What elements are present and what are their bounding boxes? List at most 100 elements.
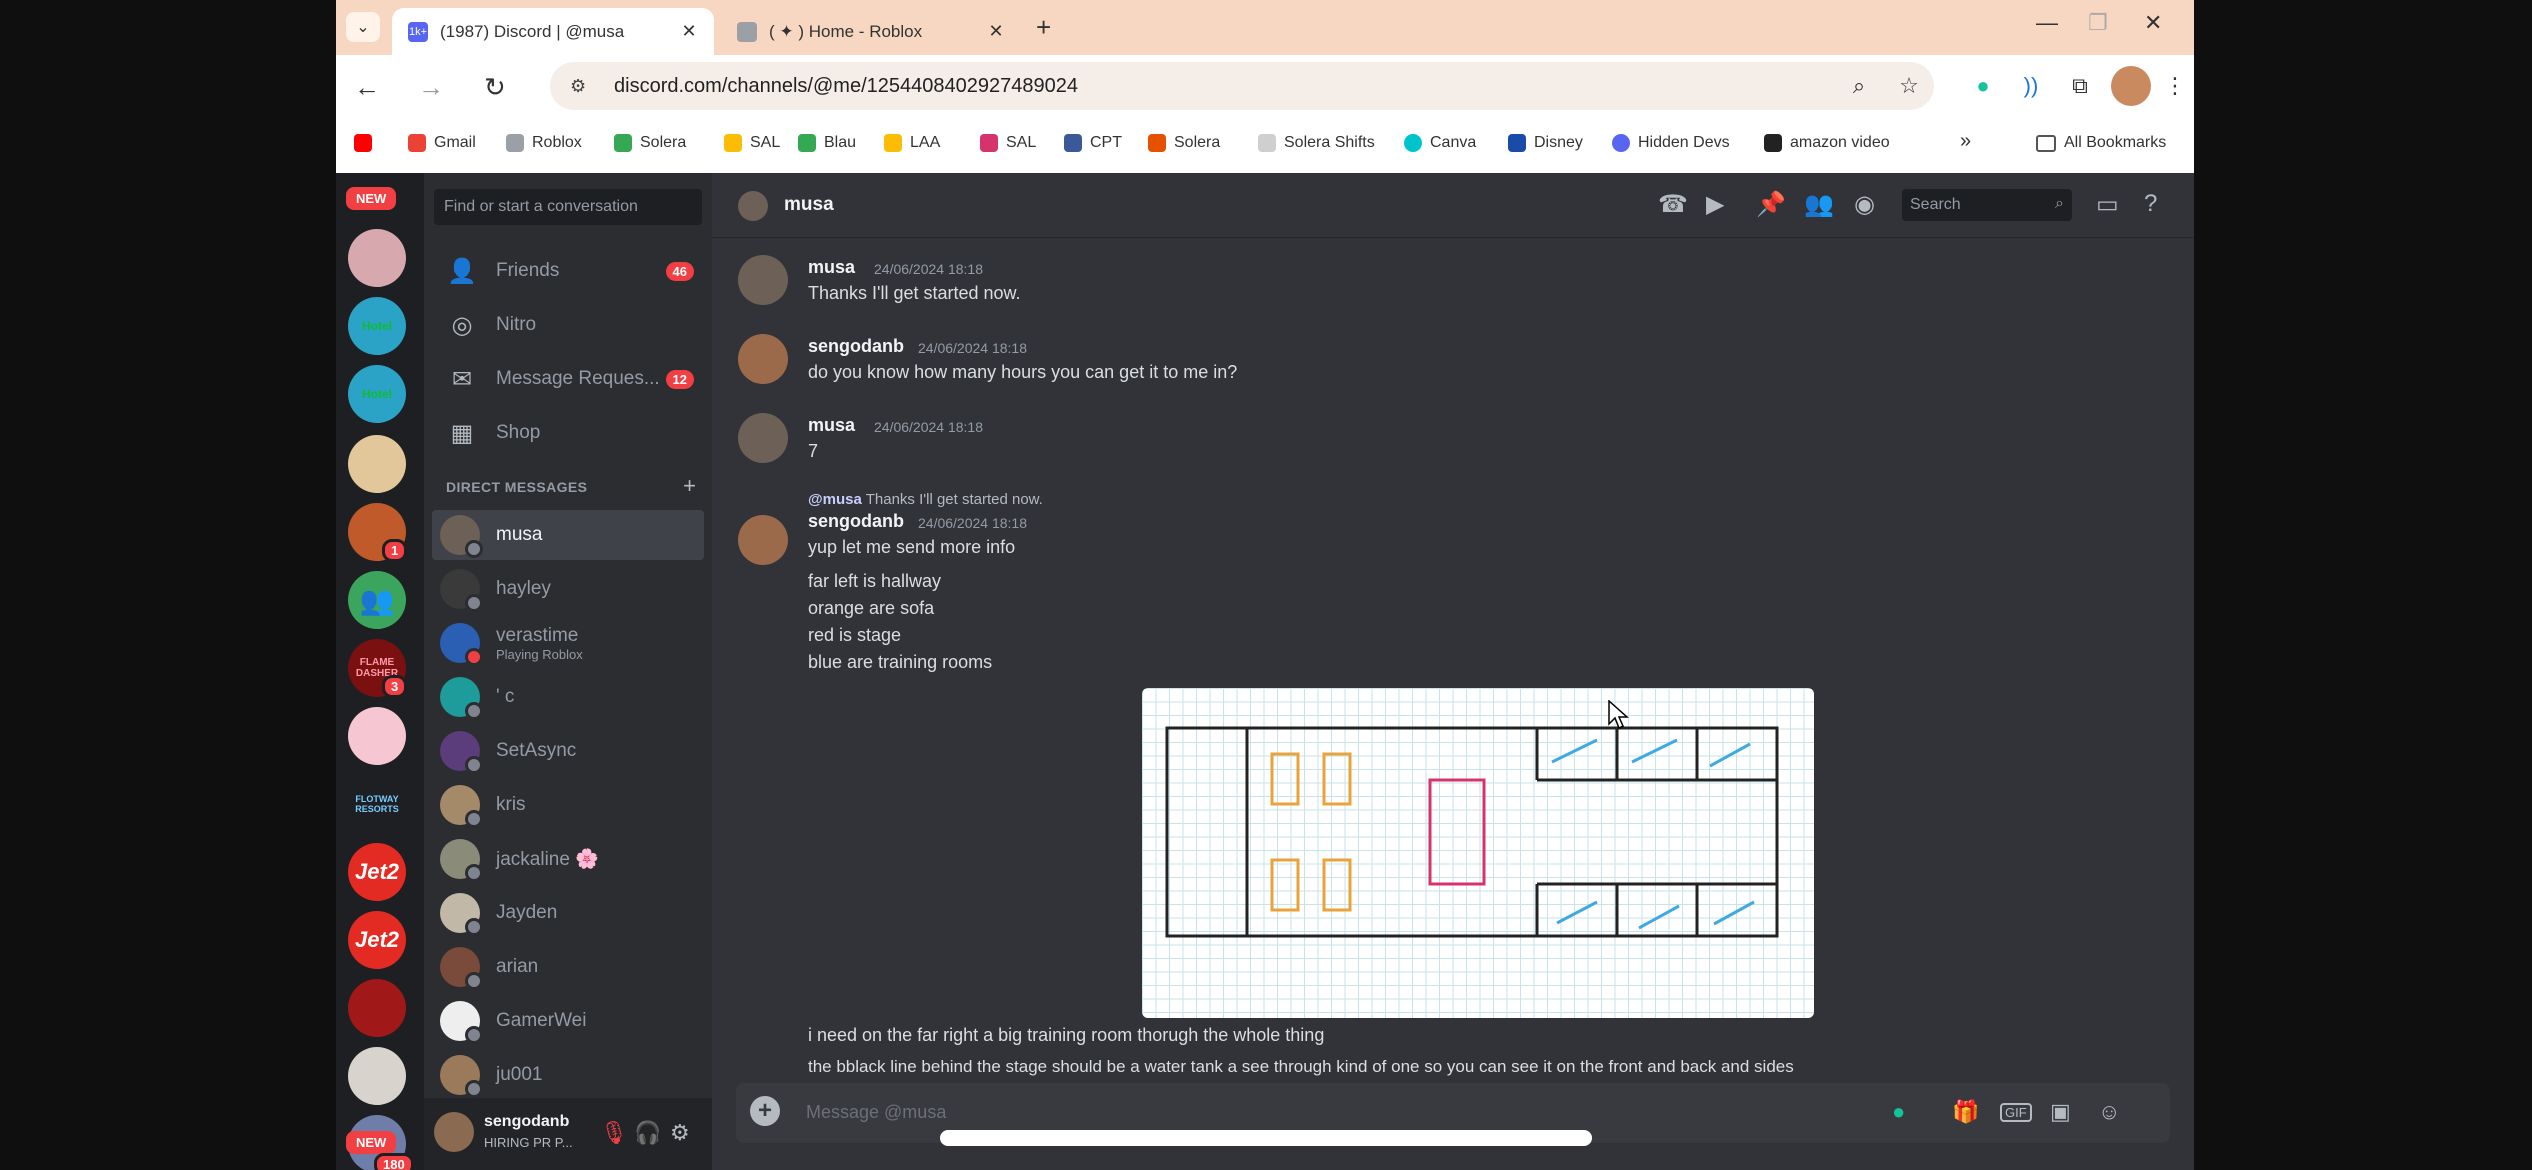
dm-item-c[interactable]: ' c	[432, 672, 704, 722]
forward-icon[interactable]: →	[418, 72, 444, 103]
tab-search-button[interactable]: ⌄	[346, 12, 380, 42]
bookmark-disney[interactable]: Disney	[1508, 134, 1583, 152]
settings-gear-icon[interactable]: ⚙	[670, 1120, 690, 1146]
dm-item-kris[interactable]: kris	[432, 780, 704, 830]
bookmark-laa[interactable]: LAA	[884, 134, 940, 152]
username[interactable]: sengodanb	[484, 1113, 569, 1131]
discord-favicon-icon: 1k+	[408, 21, 428, 42]
server-icon[interactable]	[348, 1047, 406, 1105]
reply-preview[interactable]: @musa Thanks I'll get started now.	[808, 491, 1043, 508]
message-avatar[interactable]	[738, 255, 788, 305]
sidebar-item-friends[interactable]: 👤 Friends 46	[432, 247, 704, 295]
find-conversation-input[interactable]: Find or start a conversation	[434, 189, 702, 225]
window-close-icon[interactable]: ✕	[2144, 10, 2162, 36]
dm-item-musa[interactable]: musa	[432, 510, 704, 560]
all-bookmarks-folder[interactable]: All Bookmarks	[2036, 134, 2166, 152]
profile-avatar[interactable]	[2111, 66, 2151, 106]
new-tab-icon[interactable]: +	[1036, 12, 1051, 43]
bookmark-amazon-video[interactable]: amazon video	[1764, 134, 1890, 152]
reload-icon[interactable]: ↻	[484, 72, 506, 103]
emoji-icon[interactable]: ☺	[2098, 1099, 2120, 1125]
tab-discord[interactable]: 1k+ (1987) Discord | @musa ✕	[392, 8, 714, 55]
message-avatar[interactable]	[738, 515, 788, 565]
bookmark-blau[interactable]: Blau	[798, 134, 856, 152]
bookmark-sal-2[interactable]: SAL	[980, 134, 1036, 152]
address-bar[interactable]: ⚙ discord.com/channels/@me/1254408402927…	[550, 62, 1934, 110]
dm-item-gamerwei[interactable]: GamerWei	[432, 996, 704, 1046]
image-attachment[interactable]	[1142, 688, 1814, 1018]
dm-item-ju001[interactable]: ju001	[432, 1050, 704, 1100]
youtube-bookmark[interactable]	[354, 134, 372, 152]
bookmark-roblox[interactable]: Roblox	[506, 134, 582, 152]
sidebar-item-nitro[interactable]: ◎ Nitro	[432, 301, 704, 349]
grammarly-extension-icon[interactable]: ●	[1966, 69, 2000, 103]
message-timestamp: 24/06/2024 18:18	[874, 261, 983, 277]
tab-roblox[interactable]: ( ✦ ) Home - Roblox ✕	[721, 8, 1021, 55]
bookmark-cpt[interactable]: CPT	[1064, 134, 1122, 152]
server-icon[interactable]	[348, 229, 406, 287]
dm-item-verastime[interactable]: verastime Playing Roblox	[432, 618, 704, 668]
extensions-icon[interactable]: ⧉	[2063, 69, 2097, 103]
server-jet2-icon[interactable]: Jet2	[348, 911, 406, 969]
message-author[interactable]: sengodanb	[808, 336, 904, 357]
mute-mic-icon[interactable]: 🎙	[600, 1120, 628, 1146]
pin-icon[interactable]: 📌	[1756, 190, 1786, 219]
bookmark-solera-shifts[interactable]: Solera Shifts	[1258, 134, 1375, 152]
menu-kebab-icon[interactable]: ⋮	[2158, 69, 2192, 103]
bookmark-canva[interactable]: Canva	[1404, 134, 1476, 152]
message-avatar[interactable]	[738, 413, 788, 463]
sidebar-item-message-requests[interactable]: ✉ Message Reques... 12	[432, 355, 704, 403]
add-friends-icon[interactable]: 👥	[1804, 190, 1834, 219]
user-profile-icon[interactable]: ◉	[1854, 190, 1875, 219]
dm-item-jackaline[interactable]: jackaline 🌸	[432, 834, 704, 884]
server-icon[interactable]	[348, 979, 406, 1037]
grammarly-icon[interactable]: ●	[1892, 1099, 1905, 1125]
minimize-icon[interactable]: —	[2036, 10, 2058, 36]
gif-icon[interactable]: GIF	[2000, 1103, 2032, 1122]
message-input[interactable]: Message @musa	[806, 1102, 946, 1123]
user-avatar[interactable]	[434, 1112, 474, 1152]
server-icon[interactable]	[348, 707, 406, 765]
server-jet2-icon[interactable]: Jet2	[348, 843, 406, 901]
avatar	[440, 623, 483, 666]
back-icon[interactable]: ←	[354, 72, 380, 103]
bookmark-solera[interactable]: Solera	[614, 134, 686, 152]
group-icon[interactable]: 👥	[348, 571, 406, 629]
more-bookmarks-icon[interactable]: »	[1960, 130, 1971, 153]
dm-item-setasync[interactable]: SetAsync	[432, 726, 704, 776]
inbox-icon[interactable]: ▭	[2096, 190, 2119, 219]
server-icon[interactable]	[348, 435, 406, 493]
site-settings-icon[interactable]: ⚙	[570, 76, 600, 97]
server-hotel-icon[interactable]: Hotel	[348, 297, 406, 355]
close-tab-icon[interactable]: ✕	[676, 21, 702, 42]
bookmark-solera-2[interactable]: Solera	[1148, 134, 1220, 152]
video-call-icon[interactable]: ▶	[1706, 190, 1724, 219]
server-flotway-icon[interactable]: FLOTWAY RESORTS	[348, 775, 406, 833]
close-tab-icon[interactable]: ✕	[983, 21, 1009, 42]
dm-item-arian[interactable]: arian	[432, 942, 704, 992]
upload-plus-icon[interactable]: +	[750, 1096, 780, 1126]
sidebar-item-shop[interactable]: ▦ Shop	[432, 409, 704, 457]
bookmark-sal[interactable]: SAL	[724, 134, 780, 152]
server-hotel-icon[interactable]: Hotel	[348, 365, 406, 423]
message-author[interactable]: musa	[808, 257, 855, 278]
message-author[interactable]: musa	[808, 415, 855, 436]
zoom-icon[interactable]: ⌕	[1834, 73, 1884, 99]
dm-item-hayley[interactable]: hayley	[432, 564, 704, 614]
read-aloud-extension-icon[interactable]: ))	[2014, 69, 2048, 103]
voice-call-icon[interactable]: ☎	[1658, 190, 1688, 219]
search-input[interactable]: Search ⌕	[1902, 189, 2072, 221]
bookmark-gmail[interactable]: Gmail	[408, 134, 476, 152]
bookmark-star-icon[interactable]: ☆	[1884, 73, 1934, 99]
gift-icon[interactable]: 🎁	[1952, 1099, 1979, 1125]
message-avatar[interactable]	[738, 334, 788, 384]
sticker-icon[interactable]: ▣	[2050, 1099, 2071, 1125]
create-dm-icon[interactable]: +	[683, 473, 696, 499]
bookmark-hidden-devs[interactable]: Hidden Devs	[1612, 134, 1730, 152]
restore-icon[interactable]: ❐	[2088, 10, 2108, 36]
url-text[interactable]: discord.com/channels/@me/125440840292748…	[614, 75, 1834, 98]
help-icon[interactable]: ?	[2144, 190, 2157, 218]
headphones-icon[interactable]: 🎧	[634, 1120, 661, 1146]
message-author[interactable]: sengodanb	[808, 511, 904, 532]
dm-item-jayden[interactable]: Jayden	[432, 888, 704, 938]
